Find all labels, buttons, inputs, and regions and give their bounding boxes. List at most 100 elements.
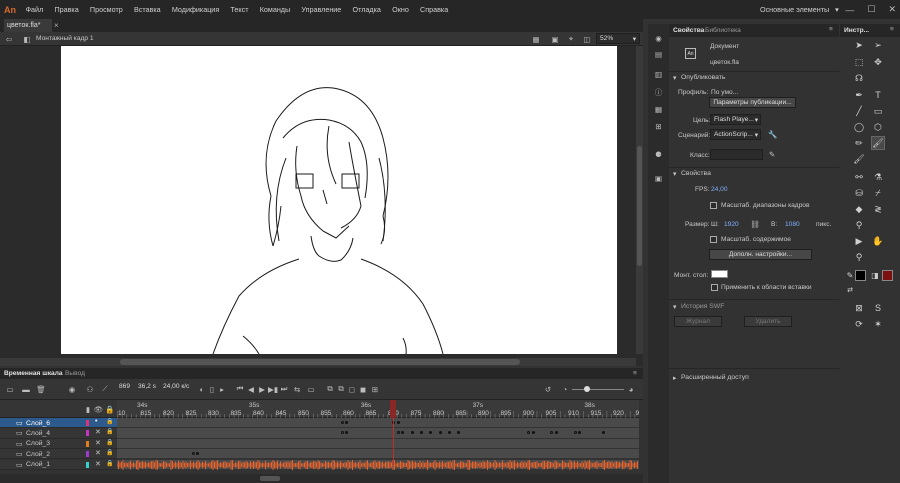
hidden-icon[interactable]: ✕: [95, 439, 101, 447]
close-icon[interactable]: ✕: [888, 4, 896, 15]
highlight-icon[interactable]: ▮: [84, 404, 92, 414]
center-stage-icon[interactable]: ⌖: [565, 34, 577, 44]
timeline-scrollbar[interactable]: [0, 474, 643, 483]
menu-item-3[interactable]: Вставка: [128, 5, 166, 14]
section-publish[interactable]: ▾ Опубликовать: [669, 74, 839, 86]
visible-icon[interactable]: •: [95, 418, 97, 425]
scale-content-checkbox[interactable]: [710, 236, 717, 243]
keyframe[interactable]: [429, 431, 433, 435]
eye-icon[interactable]: 👁: [94, 404, 104, 414]
class-input[interactable]: [710, 149, 763, 160]
pen-tool-icon[interactable]: ✒: [852, 88, 866, 102]
keyframe[interactable]: [401, 431, 405, 435]
playhead-marker[interactable]: [389, 400, 396, 418]
library-panel-icon[interactable]: ▣: [652, 172, 665, 185]
stage[interactable]: [61, 46, 617, 354]
script-dropdown[interactable]: ActionScrip... ▾: [710, 129, 761, 140]
eraser-tool-icon[interactable]: ◆: [852, 202, 866, 216]
scale-spans-checkbox[interactable]: [710, 202, 717, 209]
eyedropper-tool-icon[interactable]: ⌿: [871, 186, 885, 200]
zoom-out-icon[interactable]: ◔: [560, 383, 570, 395]
menu-item-4[interactable]: Модификация: [166, 5, 225, 14]
components-panel-icon[interactable]: ⚈: [652, 148, 665, 161]
keyframe[interactable]: [345, 431, 349, 435]
blank-keyframe[interactable]: [340, 421, 344, 424]
lock-icon[interactable]: 🔒: [106, 439, 113, 446]
pin-tool-icon[interactable]: ⚲: [852, 218, 866, 232]
delete-layer-icon[interactable]: 🗑: [35, 383, 47, 395]
keyframe[interactable]: [438, 431, 442, 435]
document-tab[interactable]: цветок.fla*: [4, 19, 52, 32]
menu-item-10[interactable]: Справка: [414, 5, 453, 14]
panel-menu-icon[interactable]: ≡: [633, 368, 637, 379]
section-advanced-access[interactable]: ▸ Расширенный доступ: [669, 374, 839, 386]
center-frame-icon[interactable]: ◖: [196, 383, 206, 395]
tab-tools[interactable]: Инстр...: [844, 27, 869, 34]
menu-item-5[interactable]: Текст: [225, 5, 254, 14]
color-panel-icon[interactable]: ▥: [652, 68, 665, 81]
width-tool-icon[interactable]: ≷: [871, 202, 885, 216]
prev-frame-icon[interactable]: ◀: [246, 383, 256, 395]
layer-track[interactable]: [117, 428, 639, 439]
minimize-icon[interactable]: —: [845, 5, 854, 15]
new-folder-icon[interactable]: ▬: [20, 383, 32, 395]
lock-icon[interactable]: 🔒: [106, 460, 113, 467]
pencil-tool-icon[interactable]: ✏: [852, 136, 866, 150]
layer-row[interactable]: ▭ Слой_4 ✕ 🔒: [0, 428, 117, 439]
stage-vertical-scrollbar[interactable]: [636, 46, 643, 354]
hidden-icon[interactable]: ✕: [95, 460, 101, 468]
clear-button[interactable]: Удалить: [744, 316, 792, 327]
section-swf-history[interactable]: ▾ История SWF: [669, 303, 839, 315]
log-button[interactable]: Журнал: [674, 316, 722, 327]
zoom-tool-icon[interactable]: ⚲: [852, 250, 866, 264]
tab-library[interactable]: Библиотека: [705, 27, 741, 34]
advanced-settings-button[interactable]: Дополн. настройки...: [709, 249, 812, 260]
layer-name[interactable]: Слой_4: [26, 430, 50, 437]
bone-tool-icon[interactable]: ⚯: [852, 170, 866, 184]
lock-icon[interactable]: 🔒: [106, 449, 113, 456]
layer-name[interactable]: Слой_6: [26, 420, 50, 427]
workspace-switcher[interactable]: Основные элементы ▾: [760, 0, 839, 19]
rotate-option-icon[interactable]: ⟳: [852, 317, 866, 331]
target-dropdown[interactable]: Flash Playe... ▾: [710, 114, 761, 125]
menu-item-1[interactable]: Правка: [49, 5, 84, 14]
tab-properties[interactable]: Свойства: [673, 27, 704, 34]
layer-color-marker[interactable]: [86, 451, 89, 458]
keyframe[interactable]: [396, 421, 400, 424]
hidden-icon[interactable]: ✕: [95, 449, 101, 457]
paint-brush-tool-icon[interactable]: 🖌: [852, 152, 866, 166]
layer-track[interactable]: [117, 449, 639, 460]
oval-tool-icon[interactable]: ◯: [852, 120, 866, 134]
first-frame-icon[interactable]: ⏮: [235, 383, 245, 395]
apply-paste-checkbox[interactable]: [711, 284, 718, 291]
layer-color-marker[interactable]: [86, 440, 89, 447]
insert-keyframe-icon[interactable]: ⧉: [336, 383, 346, 395]
smooth-icon[interactable]: S: [871, 301, 885, 315]
align-panel-icon[interactable]: ▤: [652, 48, 665, 61]
fill-color-icon[interactable]: ◨: [868, 268, 882, 282]
edit-class-icon[interactable]: ✎: [767, 149, 777, 159]
onion-skin-icon[interactable]: ▭: [306, 383, 316, 395]
lock-icon[interactable]: 🔒: [106, 428, 113, 435]
show-layers-icon[interactable]: ▭: [4, 383, 16, 395]
brush-tool-icon[interactable]: 🖌: [871, 136, 885, 150]
swatches-panel-icon[interactable]: ▦: [652, 103, 665, 116]
frame-rate[interactable]: 24,00 к/с: [163, 383, 189, 390]
tab-timeline[interactable]: Временная шкала: [4, 368, 63, 379]
keyframe[interactable]: [555, 431, 559, 435]
loop-icon[interactable]: ▯: [207, 383, 217, 395]
profile-value[interactable]: По умо...: [711, 89, 738, 96]
hidden-icon[interactable]: ✕: [95, 428, 101, 436]
transform-panel-icon[interactable]: ⊞: [652, 120, 665, 133]
menu-item-8[interactable]: Отладка: [347, 5, 387, 14]
fps-value[interactable]: 24,00: [711, 186, 728, 193]
blank-keyframe[interactable]: [396, 431, 400, 435]
insert-blank-keyframe-icon[interactable]: ◻: [347, 383, 357, 395]
fill-color-swatch[interactable]: [882, 270, 893, 281]
layer-track[interactable]: [117, 459, 639, 470]
keyframe[interactable]: [447, 431, 451, 435]
panel-menu-icon[interactable]: ≡: [829, 26, 833, 33]
straighten-icon[interactable]: ✶: [871, 317, 885, 331]
keyframe[interactable]: [531, 431, 535, 435]
tab-output[interactable]: Вывод: [65, 368, 85, 379]
